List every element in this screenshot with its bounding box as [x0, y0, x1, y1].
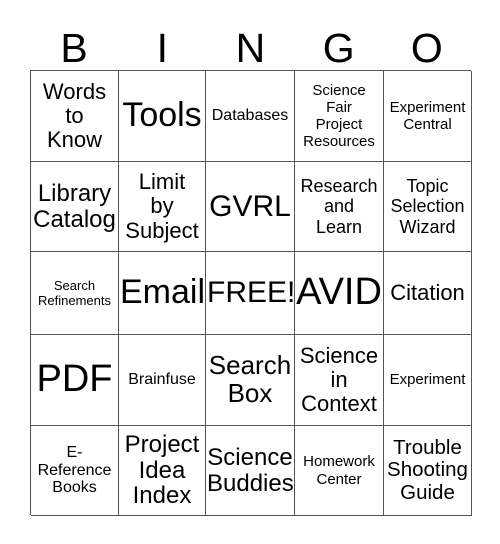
bingo-cell-n3-free[interactable]: FREE! — [206, 252, 295, 335]
bingo-cell-b1[interactable]: Words to Know — [31, 71, 119, 162]
bingo-card: B I N G O Words to Know Tools Databases … — [0, 0, 500, 544]
bingo-cell-label: Science Buddies — [207, 443, 294, 497]
header-letter-o: O — [410, 25, 443, 71]
bingo-cell-label: Email — [120, 273, 206, 312]
bingo-cell-i2[interactable]: Limit by Subject — [119, 162, 206, 252]
bingo-cell-label: Citation — [390, 279, 465, 305]
bingo-cell-label: Homework Center — [303, 453, 375, 488]
bingo-cell-g5[interactable]: Homework Center — [295, 426, 384, 516]
bingo-cell-b2[interactable]: Library Catalog — [31, 162, 119, 252]
bingo-cell-label: Project Idea Index — [124, 430, 200, 510]
bingo-cell-label: PDF — [36, 358, 113, 401]
bingo-cell-g3[interactable]: AVID — [295, 252, 384, 335]
bingo-header-row: B I N G O — [30, 14, 471, 70]
bingo-cell-label: Library Catalog — [33, 179, 116, 233]
bingo-cell-label: E- Reference Books — [37, 443, 112, 497]
header-letter-b: B — [60, 25, 88, 71]
bingo-cell-label: FREE! — [207, 276, 295, 310]
bingo-cell-n2[interactable]: GVRL — [206, 162, 295, 252]
header-letter-n: N — [235, 25, 266, 71]
bingo-cell-b5[interactable]: E- Reference Books — [31, 426, 119, 516]
bingo-cell-i4[interactable]: Brainfuse — [119, 335, 206, 426]
bingo-cell-label: Brainfuse — [128, 371, 196, 389]
bingo-cell-b4[interactable]: PDF — [31, 335, 119, 426]
bingo-cell-label: GVRL — [209, 189, 291, 223]
bingo-cell-label: AVID — [296, 271, 382, 314]
bingo-cell-o3[interactable]: Citation — [384, 252, 472, 335]
bingo-cell-label: Databases — [211, 107, 289, 125]
bingo-cell-label: Topic Selection Wizard — [390, 176, 465, 237]
bingo-cell-label: Science in Context — [299, 342, 379, 417]
header-letter-g: G — [322, 25, 355, 71]
bingo-cell-label: Words to Know — [42, 78, 107, 153]
bingo-cell-i1[interactable]: Tools — [119, 71, 206, 162]
bingo-cell-g4[interactable]: Science in Context — [295, 335, 384, 426]
bingo-cell-label: Trouble Shooting Guide — [387, 435, 468, 504]
bingo-cell-g2[interactable]: Research and Learn — [295, 162, 384, 252]
bingo-cell-label: Research and Learn — [300, 176, 378, 237]
bingo-cell-label: Experiment Central — [389, 98, 466, 133]
bingo-cell-label: Search Box — [208, 350, 292, 408]
bingo-cell-i3[interactable]: Email — [119, 252, 206, 335]
bingo-cell-label: Experiment — [389, 371, 466, 389]
header-letter-i: I — [156, 25, 168, 71]
bingo-cell-g1[interactable]: Science Fair Project Resources — [295, 71, 384, 162]
bingo-cell-label: Limit by Subject — [125, 169, 199, 243]
bingo-cell-n1[interactable]: Databases — [206, 71, 295, 162]
bingo-cell-o5[interactable]: Trouble Shooting Guide — [384, 426, 472, 516]
bingo-cell-label: Science Fair Project Resources — [303, 81, 375, 151]
bingo-cell-n4[interactable]: Search Box — [206, 335, 295, 426]
bingo-cell-n5[interactable]: Science Buddies — [206, 426, 295, 516]
bingo-cell-i5[interactable]: Project Idea Index — [119, 426, 206, 516]
bingo-grid: Words to Know Tools Databases Science Fa… — [30, 70, 472, 516]
bingo-cell-o2[interactable]: Topic Selection Wizard — [384, 162, 472, 252]
bingo-cell-b3[interactable]: Search Refinements — [31, 252, 119, 335]
bingo-cell-label: Tools — [122, 96, 202, 135]
bingo-cell-o1[interactable]: Experiment Central — [384, 71, 472, 162]
bingo-cell-o4[interactable]: Experiment — [384, 335, 472, 426]
bingo-cell-label: Search Refinements — [38, 277, 111, 308]
